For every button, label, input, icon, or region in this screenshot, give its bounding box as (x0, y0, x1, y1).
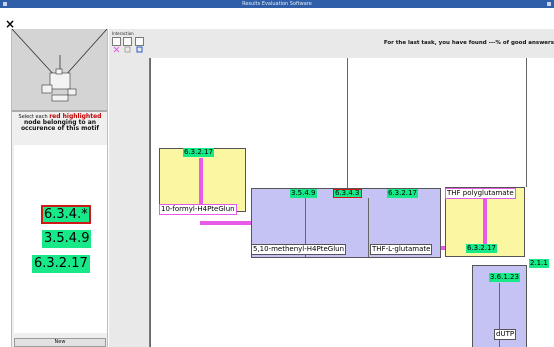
enzyme-tag-6-3-2-17-center[interactable]: 6.3.2.17 (387, 189, 418, 198)
window-title: Results Evaluation Software (242, 1, 312, 7)
enzyme-tag-6-3-2-17-left[interactable]: 6.3.2.17 (183, 148, 214, 157)
instructions-suffix: node belonging to an occurence of this m… (20, 119, 100, 132)
motif-label-3-5-4-9[interactable]: 3.5.4.9 (42, 230, 92, 248)
compound-label-thf-polyglutamate[interactable]: THF polyglutamate (445, 188, 516, 199)
motif-thumbnail (12, 29, 107, 112)
enzyme-tag-3-5-4-9[interactable]: 3.5.4.9 (290, 189, 317, 198)
enzyme-tag-6-3-4-3[interactable]: 6.3.4.3 (333, 189, 362, 198)
graph-edge (150, 58, 151, 347)
node-divider (368, 198, 369, 257)
interaction-label: Interaction (112, 31, 134, 36)
window-close-icon[interactable] (547, 2, 551, 6)
compound-label-5-10-methenyl[interactable]: 5,10-methenyl-H4PteGlun (251, 244, 347, 255)
compound-label-thf-l-glutamate[interactable]: THF-L-glutamate (370, 244, 433, 255)
menubar: × (0, 8, 554, 30)
compound-label-10-formyl[interactable]: 10-formyl-H4PteGlun (159, 204, 237, 215)
motif-graph-icon (12, 29, 107, 112)
motif-label-6-3-4[interactable]: 6.3.4.* (41, 205, 91, 224)
compound-label-dutp[interactable]: dUTP (494, 329, 517, 340)
workspace: Interaction For the last task, you have … (109, 29, 554, 347)
graph-edge (347, 58, 348, 189)
new-button[interactable]: New (14, 338, 106, 347)
zoom-tool-icon (136, 46, 143, 53)
graph-edge (526, 58, 527, 187)
select-tool-button[interactable] (112, 37, 121, 53)
left-panel: Select each red highlighted node belongi… (11, 29, 108, 347)
status-message: For the last task, you have found ---% o… (383, 40, 554, 46)
enzyme-tag-6-3-2-17-right[interactable]: 6.3.2.17 (466, 244, 497, 253)
select-tool-icon (113, 46, 120, 53)
motif-label-list: 6.3.4.* 3.5.4.9 6.3.2.17 (14, 145, 107, 333)
instructions-text: Select each red highlighted node belongi… (14, 114, 106, 132)
enzyme-tag-2-1-1[interactable]: 2.1.1 (529, 259, 549, 268)
node-link-bar (199, 158, 203, 206)
enzyme-tag-3-6-1-23[interactable]: 3.6.1.23 (489, 273, 520, 282)
zoom-tool-button[interactable] (135, 37, 144, 53)
pan-tool-button[interactable] (123, 37, 132, 53)
motif-label-6-3-2-17[interactable]: 6.3.2.17 (32, 255, 90, 273)
pan-tool-icon (124, 46, 131, 53)
node-link-bar (200, 221, 252, 225)
window-titlebar: Results Evaluation Software (0, 0, 554, 8)
node-link-bar (483, 198, 487, 244)
graph-canvas[interactable]: 6.3.2.17 10-formyl-H4PteGlun 3.5.4.9 6.3… (149, 58, 554, 347)
